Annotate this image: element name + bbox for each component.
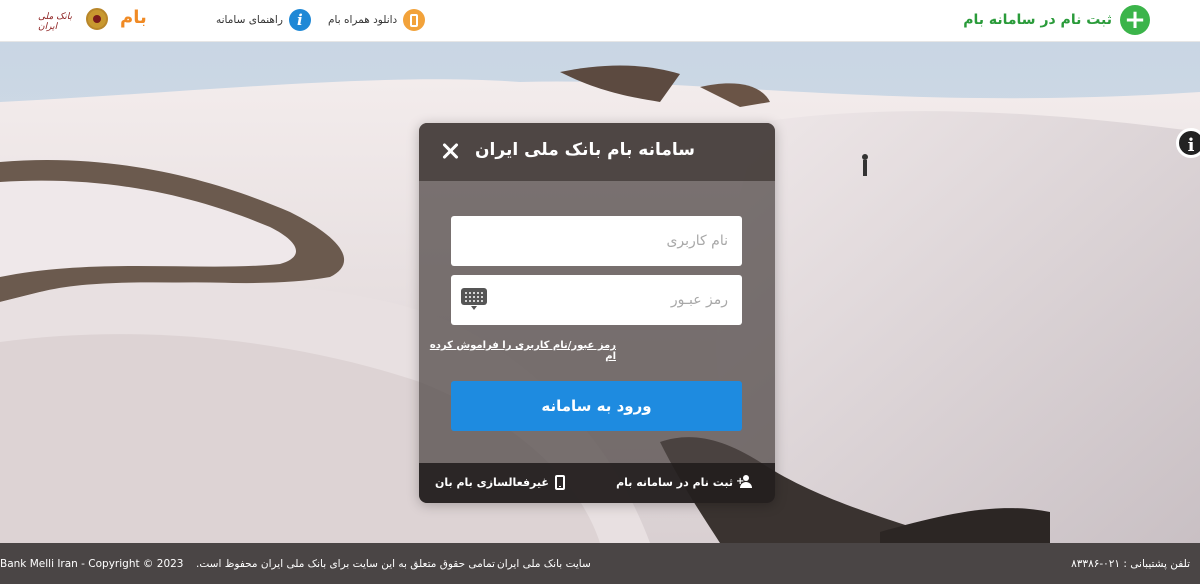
system-guide-label: راهنمای سامانه	[216, 14, 283, 26]
username-field-wrapper	[451, 216, 742, 266]
mobile-phone-icon	[403, 9, 426, 31]
mobile-icon	[554, 475, 565, 490]
bam-logo-text: بام	[120, 7, 147, 28]
bank-logo-text: بانک ملی ایران	[38, 12, 72, 32]
forgot-credentials-link[interactable]: رمز عبور/نام کاربری را فراموش کرده ام	[419, 340, 616, 362]
rights-text: تمامی حقوق متعلق به این سایت برای بانک م…	[196, 558, 495, 570]
page-footer: تلفن پشتیبانی : ۰۲۱-۸۳۳۸۶ سایت بانک ملی …	[0, 543, 1200, 584]
footer-register-label: ثبت نام در سامانه بام	[616, 475, 733, 489]
modal-footer: + ثبت نام در سامانه بام غیرفعالسازی بام …	[419, 463, 775, 503]
footer-deactivate-link[interactable]: غیرفعالسازی بام بان	[435, 475, 565, 490]
bank-emblem-icon	[86, 8, 108, 30]
top-bar: + ثبت نام در سامانه بام دانلود همراه بام…	[0, 0, 1200, 42]
close-icon[interactable]	[439, 140, 461, 162]
mobile-download-label: دانلود همراه بام	[328, 14, 398, 26]
virtual-keyboard-icon[interactable]	[461, 288, 487, 310]
modal-title: سامانه بام بانک ملی ایران	[475, 140, 695, 160]
bank-melli-logo[interactable]: بانک ملی ایران	[38, 6, 108, 34]
username-input[interactable]	[451, 216, 742, 266]
user-add-icon: +	[736, 475, 755, 489]
password-field-wrapper	[451, 275, 742, 325]
info-icon: i	[288, 9, 311, 31]
login-button[interactable]: ورود به سامانه	[451, 381, 742, 431]
mobile-download-link[interactable]: دانلود همراه بام	[328, 8, 426, 32]
footer-deactivate-label: غیرفعالسازی بام بان	[435, 476, 549, 489]
bam-logo[interactable]: بام	[120, 4, 174, 38]
footer-register-link[interactable]: + ثبت نام در سامانه بام	[616, 475, 755, 489]
modal-header: سامانه بام بانک ملی ایران	[419, 123, 775, 181]
register-label: ثبت نام در سامانه بام	[963, 12, 1112, 28]
system-guide-link[interactable]: i راهنمای سامانه	[216, 8, 311, 32]
register-link[interactable]: + ثبت نام در سامانه بام	[963, 4, 1150, 36]
password-input[interactable]	[451, 275, 742, 325]
copyright-text: Bank Melli Iran - Copyright © 2023	[0, 558, 184, 570]
bank-site-link[interactable]: سایت بانک ملی ایران	[497, 558, 591, 570]
support-phone: تلفن پشتیبانی : ۰۲۱-۸۳۳۸۶	[1071, 558, 1190, 570]
plus-circle-icon: +	[1120, 5, 1150, 35]
login-modal: سامانه بام بانک ملی ایران رمز عبور/نام ک…	[419, 123, 775, 503]
info-corner-icon[interactable]: i	[1176, 128, 1200, 158]
